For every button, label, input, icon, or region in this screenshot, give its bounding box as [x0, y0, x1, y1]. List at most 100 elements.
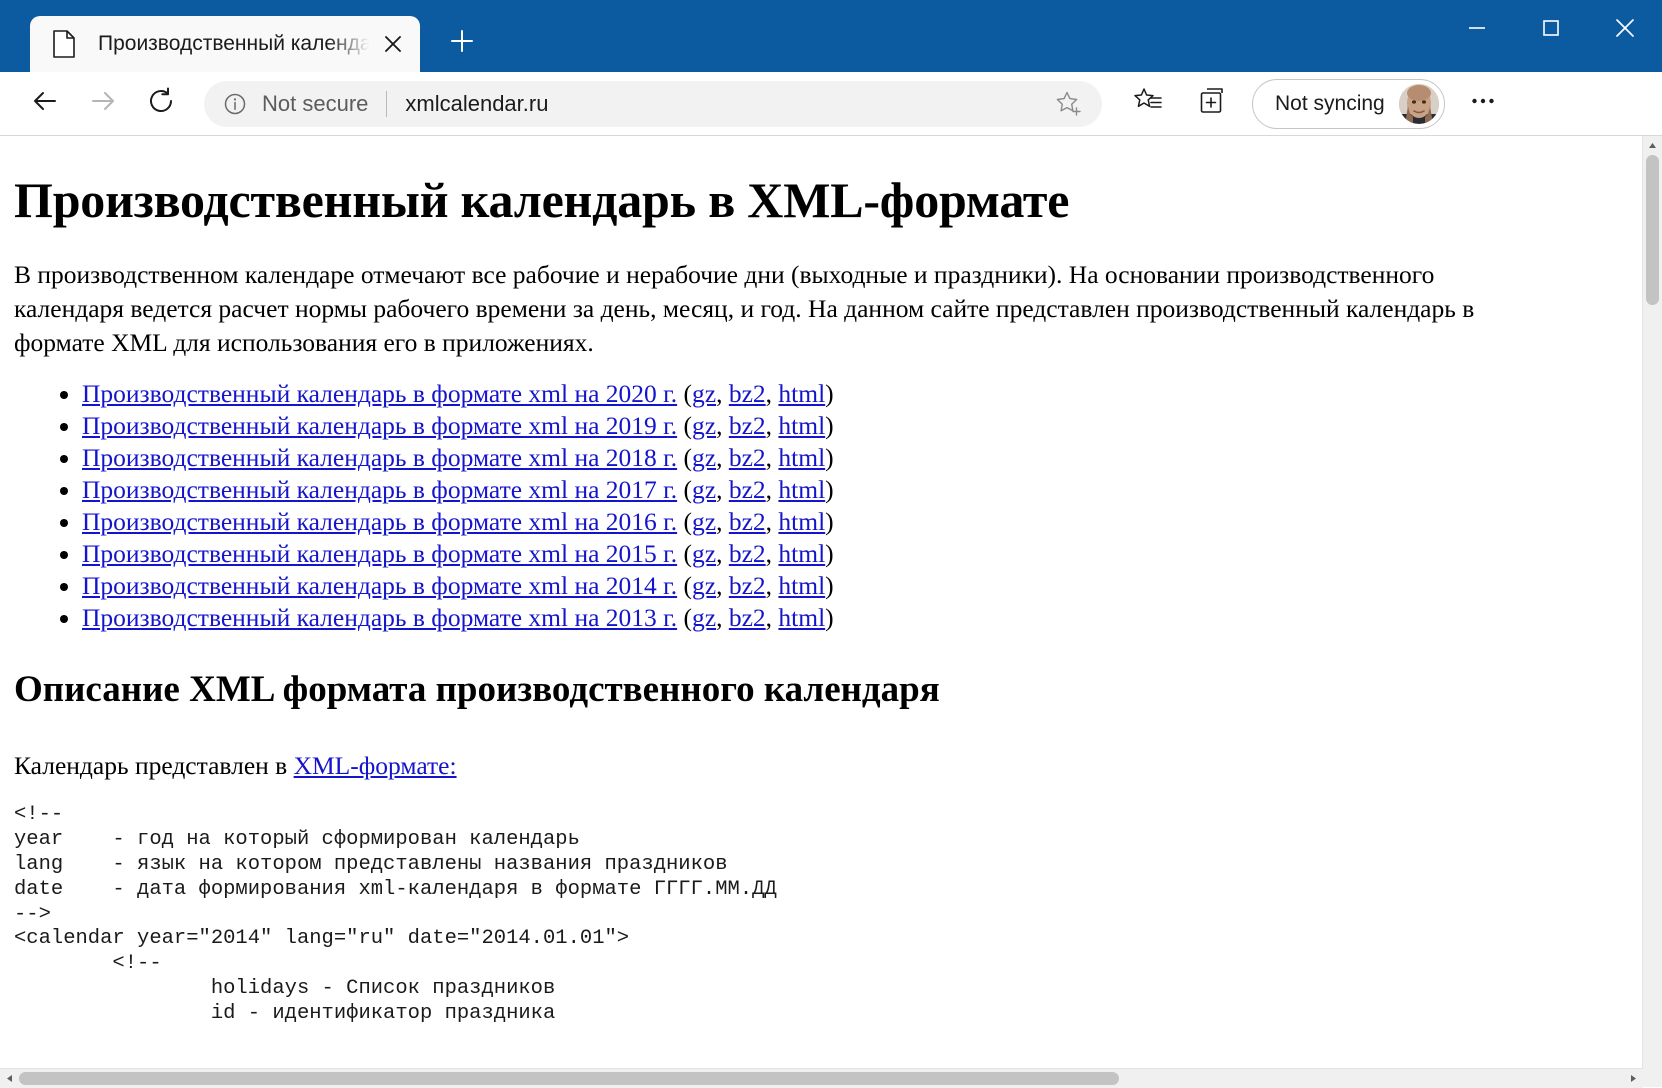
separator: , — [765, 378, 779, 408]
arrow-left-icon — [29, 85, 61, 122]
maximize-button[interactable] — [1514, 0, 1588, 60]
tab-strip: Производственный календарь в XML-формате — [0, 0, 486, 72]
list-item: Производственный календарь в формате xml… — [82, 538, 1626, 570]
separator: , — [765, 603, 779, 633]
bz2-link[interactable]: bz2 — [729, 571, 766, 600]
separator: , — [765, 474, 779, 504]
bz2-link[interactable]: bz2 — [729, 443, 766, 472]
url-text[interactable]: xmlcalendar.ru — [405, 91, 1054, 117]
info-icon[interactable] — [222, 91, 248, 117]
horizontal-scroll-thumb[interactable] — [19, 1072, 1119, 1085]
security-status[interactable]: Not secure — [262, 91, 368, 117]
scroll-right-button[interactable] — [1624, 1074, 1643, 1083]
minimize-icon — [1466, 17, 1488, 44]
list-item: Производственный календарь в формате xml… — [82, 602, 1626, 634]
favorites-button[interactable] — [1125, 81, 1171, 127]
separator: , — [765, 442, 779, 472]
window-controls — [1440, 0, 1662, 60]
separator: , — [716, 539, 729, 569]
vertical-scroll-thumb[interactable] — [1646, 155, 1659, 305]
separator: , — [765, 410, 779, 440]
bz2-link[interactable]: bz2 — [729, 411, 766, 440]
gz-link[interactable]: gz — [692, 571, 716, 600]
calendar-format-line: Календарь представлен в XML-формате: — [14, 751, 1626, 781]
paren-open: ( — [683, 603, 693, 633]
html-link[interactable]: html — [778, 539, 825, 568]
refresh-icon — [146, 86, 176, 121]
browser-tab[interactable]: Производственный календарь в XML-формате — [30, 16, 420, 72]
bz2-link[interactable]: bz2 — [729, 379, 766, 408]
scroll-left-button[interactable] — [0, 1074, 19, 1083]
paren-open: ( — [683, 571, 693, 601]
html-link[interactable]: html — [778, 411, 825, 440]
gz-link[interactable]: gz — [692, 539, 716, 568]
paren-close: ) — [825, 474, 834, 504]
forward-button[interactable] — [80, 81, 126, 127]
back-button[interactable] — [22, 81, 68, 127]
avatar — [1398, 83, 1439, 124]
calendar-xml-link[interactable]: Производственный календарь в формате xml… — [82, 571, 677, 600]
close-window-button[interactable] — [1588, 0, 1662, 60]
new-tab-button[interactable] — [438, 19, 486, 67]
paren-close: ) — [825, 442, 834, 472]
minimize-button[interactable] — [1440, 0, 1514, 60]
separator: , — [716, 410, 729, 440]
ellipsis-icon — [1468, 86, 1498, 121]
maximize-icon — [1540, 17, 1562, 44]
omnibox-divider — [386, 90, 388, 117]
calendar-xml-link[interactable]: Производственный календарь в формате xml… — [82, 379, 677, 408]
gz-link[interactable]: gz — [692, 507, 716, 536]
bz2-link[interactable]: bz2 — [729, 539, 766, 568]
paren-open: ( — [683, 410, 693, 440]
add-favorite-icon[interactable] — [1054, 89, 1088, 119]
list-item: Производственный календарь в формате xml… — [82, 474, 1626, 506]
bz2-link[interactable]: bz2 — [729, 603, 766, 632]
tab-title: Производственный календарь в XML-формате — [98, 32, 372, 55]
gz-link[interactable]: gz — [692, 379, 716, 408]
html-link[interactable]: html — [778, 379, 825, 408]
calendar-xml-link[interactable]: Производственный календарь в формате xml… — [82, 411, 677, 440]
separator: , — [716, 474, 729, 504]
refresh-button[interactable] — [138, 81, 184, 127]
collections-icon — [1196, 85, 1228, 122]
gz-link[interactable]: gz — [692, 411, 716, 440]
bz2-link[interactable]: bz2 — [729, 475, 766, 504]
paren-open: ( — [683, 378, 693, 408]
xml-format-link[interactable]: XML-формате: — [294, 751, 457, 780]
html-link[interactable]: html — [778, 571, 825, 600]
list-item: Производственный календарь в формате xml… — [82, 442, 1626, 474]
gz-link[interactable]: gz — [692, 603, 716, 632]
address-bar[interactable]: Not secure xmlcalendar.ru — [204, 80, 1102, 127]
separator: , — [765, 539, 779, 569]
paren-open: ( — [683, 507, 693, 537]
html-link[interactable]: html — [778, 507, 825, 536]
html-link[interactable]: html — [778, 603, 825, 632]
paren-close: ) — [825, 539, 834, 569]
title-bar: Производственный календарь в XML-формате — [0, 0, 1662, 72]
html-link[interactable]: html — [778, 475, 825, 504]
settings-and-more-button[interactable] — [1460, 81, 1506, 127]
vertical-scrollbar[interactable] — [1642, 136, 1662, 1068]
paren-close: ) — [825, 507, 834, 537]
html-link[interactable]: html — [778, 443, 825, 472]
calendar-xml-link[interactable]: Производственный календарь в формате xml… — [82, 539, 677, 568]
web-page-content: Производственный календарь в XML-формате… — [0, 136, 1642, 1068]
close-icon[interactable] — [376, 27, 410, 61]
collections-button[interactable] — [1189, 81, 1235, 127]
calendar-xml-link[interactable]: Производственный календарь в формате xml… — [82, 507, 677, 536]
bz2-link[interactable]: bz2 — [729, 507, 766, 536]
calendar-xml-link[interactable]: Производственный календарь в формате xml… — [82, 603, 677, 632]
paren-close: ) — [825, 410, 834, 440]
scroll-up-button[interactable] — [1643, 136, 1662, 155]
calendar-xml-link[interactable]: Производственный календарь в формате xml… — [82, 475, 677, 504]
calendar-xml-link[interactable]: Производственный календарь в формате xml… — [82, 443, 677, 472]
horizontal-scrollbar[interactable] — [0, 1068, 1643, 1088]
profile-button[interactable]: Not syncing — [1252, 78, 1445, 129]
intro-paragraph: В производственном календаре отмечают вс… — [14, 260, 1475, 357]
gz-link[interactable]: gz — [692, 443, 716, 472]
paren-open: ( — [683, 442, 693, 472]
gz-link[interactable]: gz — [692, 475, 716, 504]
xml-sample-code: <!-- year - год на который сформирован к… — [14, 803, 777, 1025]
separator: , — [716, 378, 729, 408]
browser-window: Производственный календарь в XML-формате — [0, 0, 1662, 1088]
